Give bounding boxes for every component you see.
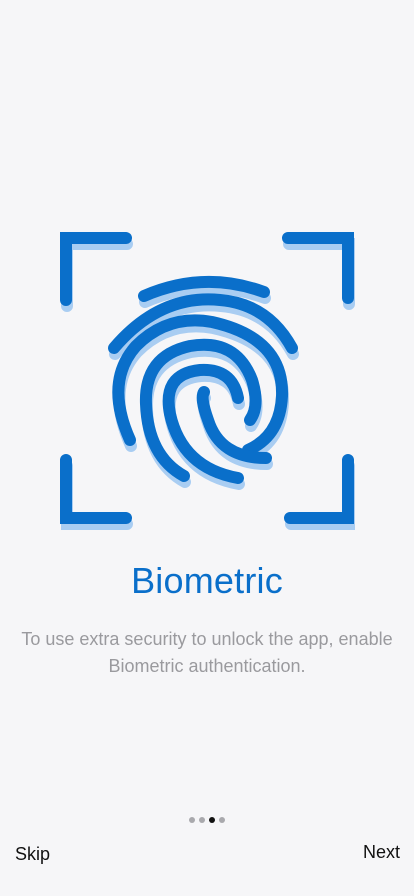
next-button[interactable]: Next [363, 842, 400, 863]
page-description: To use extra security to unlock the app,… [21, 629, 393, 676]
page-dot [189, 817, 195, 823]
skip-button[interactable]: Skip [15, 844, 50, 865]
page-title: Biometric [131, 560, 283, 601]
page-dot [199, 817, 205, 823]
onboarding-screen: Biometric To use extra security to unloc… [0, 0, 414, 896]
fingerprint-scan-icon [52, 222, 362, 532]
page-dot [219, 817, 225, 823]
page-indicator [0, 817, 414, 823]
page-dot-active [209, 817, 215, 823]
